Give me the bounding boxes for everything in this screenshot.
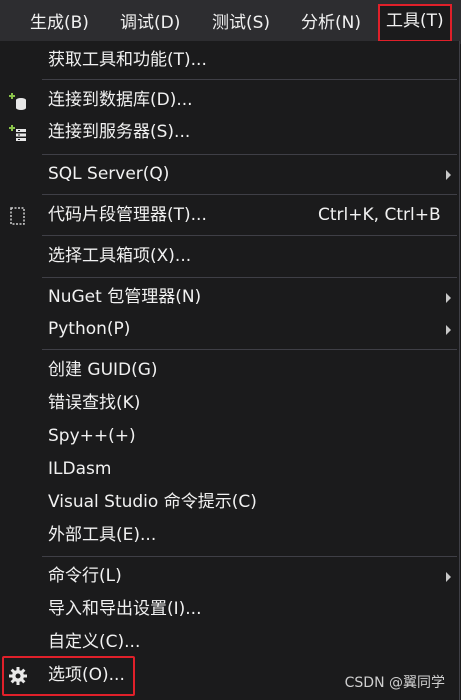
options-highlight-box xyxy=(2,656,135,696)
menu-bar: 生成(B) 调试(D) 测试(S) 分析(N) 工具(T) xyxy=(0,0,461,44)
menu-item-spy[interactable]: Spy++(+) xyxy=(0,420,459,452)
menu-item-label: 自定义(C)... xyxy=(48,632,141,652)
menu-tools[interactable]: 工具(T) xyxy=(378,4,452,42)
submenu-arrow-icon xyxy=(446,572,451,582)
menu-item-label: 导入和导出设置(I)... xyxy=(48,599,202,619)
watermark: CSDN @翼同学 xyxy=(344,675,445,691)
menu-item-label: 获取工具和功能(T)... xyxy=(48,50,207,70)
menu-separator xyxy=(42,556,457,557)
menu-item-connect-server[interactable]: 连接到服务器(S)... xyxy=(0,116,459,148)
menu-item-command-line[interactable]: 命令行(L) xyxy=(0,560,459,592)
database-connect-icon xyxy=(8,91,28,111)
menu-separator xyxy=(42,277,457,278)
menu-debug[interactable]: 调试(D) xyxy=(120,6,180,40)
menu-item-connect-database[interactable]: 连接到数据库(D)... xyxy=(0,84,459,116)
menu-separator xyxy=(42,194,457,195)
submenu-arrow-icon xyxy=(446,293,451,303)
menu-item-label: 连接到服务器(S)... xyxy=(48,122,191,142)
menu-item-python[interactable]: Python(P) xyxy=(0,313,459,345)
server-connect-icon xyxy=(8,123,28,143)
menu-item-choose-toolbox-items[interactable]: 选择工具箱项(X)... xyxy=(0,240,459,272)
menu-item-create-guid[interactable]: 创建 GUID(G) xyxy=(0,354,459,386)
menu-item-label: SQL Server(Q) xyxy=(48,164,170,184)
menu-item-label: 连接到数据库(D)... xyxy=(48,90,193,110)
menu-item-label: Spy++(+) xyxy=(48,426,136,446)
menu-item-error-lookup[interactable]: 错误查找(K) xyxy=(0,387,459,419)
menu-item-shortcut: Ctrl+K, Ctrl+B xyxy=(318,205,441,225)
menu-item-import-export-settings[interactable]: 导入和导出设置(I)... xyxy=(0,593,459,625)
menu-separator xyxy=(42,79,457,80)
menu-item-label: Python(P) xyxy=(48,319,131,339)
menu-item-code-snippets[interactable]: 代码片段管理器(T)... Ctrl+K, Ctrl+B xyxy=(0,199,459,231)
menu-item-label: 选择工具箱项(X)... xyxy=(48,246,192,266)
menu-item-label: Visual Studio 命令提示(C) xyxy=(48,492,257,512)
menu-build[interactable]: 生成(B) xyxy=(30,6,89,40)
menu-item-customize[interactable]: 自定义(C)... xyxy=(0,626,459,658)
menu-separator xyxy=(42,349,457,350)
menu-item-label: 错误查找(K) xyxy=(48,393,141,413)
menu-analyze[interactable]: 分析(N) xyxy=(301,6,361,40)
menu-item-ildasm[interactable]: ILDasm xyxy=(0,453,459,485)
menu-item-external-tools[interactable]: 外部工具(E)... xyxy=(0,519,459,551)
menu-item-label: 代码片段管理器(T)... xyxy=(48,205,207,225)
menu-item-label: 创建 GUID(G) xyxy=(48,360,158,380)
code-snippet-icon xyxy=(8,206,28,226)
menu-item-label: NuGet 包管理器(N) xyxy=(48,287,202,307)
menu-separator xyxy=(42,235,457,236)
menu-item-get-tools[interactable]: 获取工具和功能(T)... xyxy=(0,44,459,76)
menu-item-label: ILDasm xyxy=(48,459,112,479)
menu-item-sql-server[interactable]: SQL Server(Q) xyxy=(0,158,459,190)
menu-test[interactable]: 测试(S) xyxy=(212,6,270,40)
menu-separator xyxy=(42,154,457,155)
menu-item-label: 命令行(L) xyxy=(48,566,122,586)
menu-item-nuget[interactable]: NuGet 包管理器(N) xyxy=(0,281,459,313)
menu-item-vs-command-prompt[interactable]: Visual Studio 命令提示(C) xyxy=(0,486,459,518)
submenu-arrow-icon xyxy=(446,325,451,335)
submenu-arrow-icon xyxy=(446,170,451,180)
tools-dropdown-menu: 获取工具和功能(T)... 连接到数据库(D)... 连接到服务器(S)... … xyxy=(0,41,460,700)
menu-item-label: 外部工具(E)... xyxy=(48,525,157,545)
